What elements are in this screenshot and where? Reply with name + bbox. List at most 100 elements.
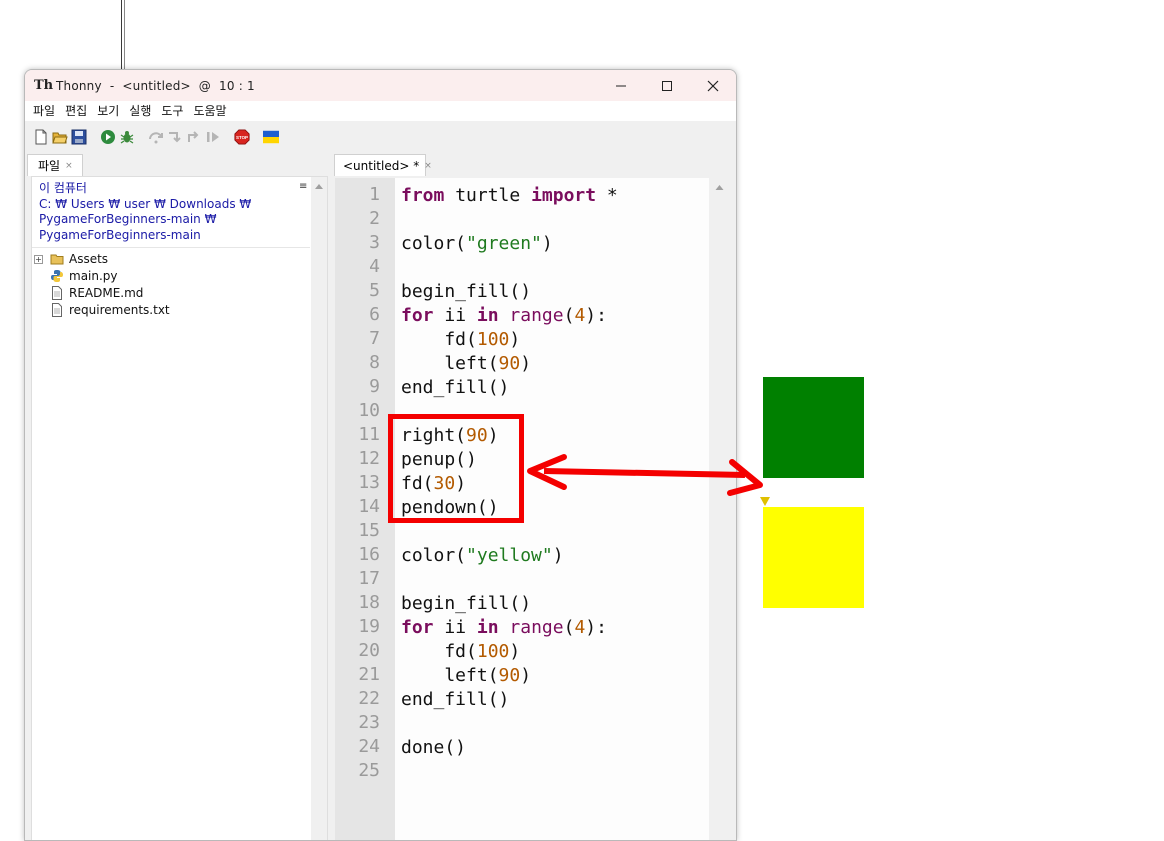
menu-bar: 파일 편집 보기 실행 도구 도움말 <box>25 101 736 121</box>
code-token: ) <box>541 233 553 254</box>
path-line[interactable]: C: ₩ Users ₩ user ₩ Downloads ₩ <box>39 197 299 213</box>
minimize-button[interactable] <box>598 70 644 101</box>
stop-button[interactable]: STOP <box>234 129 250 145</box>
files-panel: 이 컴퓨터 C: ₩ Users ₩ user ₩ Downloads ₩ Py… <box>31 176 328 840</box>
line-number: 7 <box>369 328 380 349</box>
code-token: in <box>476 617 499 638</box>
expand-icon[interactable]: + <box>34 255 43 264</box>
code-line[interactable]: end_fill() <box>401 688 509 712</box>
new-file-icon <box>35 129 47 145</box>
line-number: 11 <box>358 424 380 445</box>
title-bar[interactable]: Th Thonny - <untitled> @ 10 : 1 <box>25 70 736 101</box>
code-token: ) <box>509 641 521 662</box>
line-number: 17 <box>358 568 380 589</box>
menu-view[interactable]: 보기 <box>93 101 125 121</box>
resume-button[interactable] <box>205 129 221 145</box>
path-line[interactable]: 이 컴퓨터 <box>39 181 299 197</box>
menu-help[interactable]: 도움말 <box>189 101 232 121</box>
toolbar: STOP <box>25 121 736 153</box>
code-line[interactable]: from turtle import * <box>401 184 618 208</box>
code-token: end_fill() <box>401 377 510 398</box>
line-number: 15 <box>358 520 380 541</box>
code-token: 90 <box>498 353 521 374</box>
code-line[interactable]: for ii in range(4): <box>401 304 607 328</box>
line-number: 19 <box>358 616 380 637</box>
line-number: 13 <box>358 472 380 493</box>
code-token: 100 <box>476 641 510 662</box>
line-number: 5 <box>369 280 380 301</box>
step-over-icon <box>149 132 163 144</box>
line-number: 6 <box>369 304 380 325</box>
turtle-green-square <box>763 377 864 478</box>
step-into-button[interactable] <box>167 129 183 145</box>
code-line[interactable]: color("green") <box>401 232 553 256</box>
code-token: "yellow" <box>466 545 553 566</box>
code-token: ): <box>585 617 607 638</box>
code-line[interactable]: begin_fill() <box>401 592 531 616</box>
background-line <box>121 0 122 72</box>
current-path[interactable]: 이 컴퓨터 C: ₩ Users ₩ user ₩ Downloads ₩ Py… <box>39 181 299 243</box>
window-title: Thonny - <untitled> @ 10 : 1 <box>56 78 255 93</box>
ukraine-flag-button[interactable] <box>263 129 279 145</box>
tab-files-label: 파일 <box>38 159 61 173</box>
line-number: 23 <box>358 712 380 733</box>
code-token: range <box>509 617 564 638</box>
step-over-button[interactable] <box>148 129 164 145</box>
turtle-yellow-square <box>763 507 864 608</box>
close-icon[interactable]: × <box>424 161 432 171</box>
menu-tools[interactable]: 도구 <box>157 101 189 121</box>
debug-button[interactable] <box>119 129 135 145</box>
open-file-button[interactable] <box>52 129 68 145</box>
menu-edit[interactable]: 편집 <box>61 101 93 121</box>
code-token: 4 <box>574 305 586 326</box>
tree-item-label: main.py <box>69 269 118 283</box>
code-token: 100 <box>476 329 510 350</box>
tree-item-label: README.md <box>69 286 144 300</box>
close-icon[interactable]: × <box>65 161 73 171</box>
code-token: 4 <box>574 617 586 638</box>
path-line[interactable]: PygameForBeginners-main <box>39 228 299 244</box>
files-scrollbar[interactable] <box>311 177 327 840</box>
code-line[interactable]: left(90) <box>401 664 531 688</box>
code-line[interactable]: done() <box>401 736 466 760</box>
close-icon <box>707 80 719 91</box>
code-token: begin_fill() <box>401 593 532 614</box>
open-file-icon <box>52 132 68 144</box>
code-token: left( <box>401 353 499 374</box>
code-token: end_fill() <box>401 689 510 710</box>
step-out-button[interactable] <box>186 129 202 145</box>
run-button[interactable] <box>100 129 116 145</box>
close-button[interactable] <box>690 70 736 101</box>
maximize-button[interactable] <box>644 70 690 101</box>
path-line[interactable]: PygameForBeginners-main ₩ <box>39 212 299 228</box>
line-number: 14 <box>358 496 380 517</box>
code-line[interactable]: fd(100) <box>401 640 520 664</box>
files-menu-icon[interactable]: ≡ <box>299 181 307 192</box>
code-token: ii <box>433 617 477 638</box>
code-line[interactable]: fd(100) <box>401 328 520 352</box>
stop-icon: STOP <box>234 129 250 145</box>
line-number: 1 <box>369 184 380 205</box>
tab-untitled[interactable]: <untitled> * × <box>334 154 432 176</box>
code-token: done() <box>401 737 467 758</box>
code-token: begin_fill() <box>401 281 532 302</box>
code-token: fd( <box>401 329 477 350</box>
editor-scrollbar[interactable] <box>711 178 728 840</box>
code-line[interactable]: begin_fill() <box>401 280 531 304</box>
step-out-icon <box>188 131 199 142</box>
code-line[interactable]: left(90) <box>401 352 531 376</box>
save-button[interactable] <box>71 129 87 145</box>
tab-files[interactable]: 파일 × <box>27 154 83 176</box>
line-number: 8 <box>369 352 380 373</box>
code-line[interactable]: color("yellow") <box>401 544 564 568</box>
menu-file[interactable]: 파일 <box>29 101 61 121</box>
code-line[interactable]: for ii in range(4): <box>401 616 607 640</box>
code-line[interactable]: end_fill() <box>401 376 509 400</box>
minimize-icon <box>616 85 626 86</box>
line-number: 16 <box>358 544 380 565</box>
code-token: ) <box>520 353 532 374</box>
menu-run[interactable]: 실행 <box>125 101 157 121</box>
background-line <box>124 0 125 72</box>
new-file-button[interactable] <box>33 129 49 145</box>
line-number: 4 <box>369 256 380 277</box>
